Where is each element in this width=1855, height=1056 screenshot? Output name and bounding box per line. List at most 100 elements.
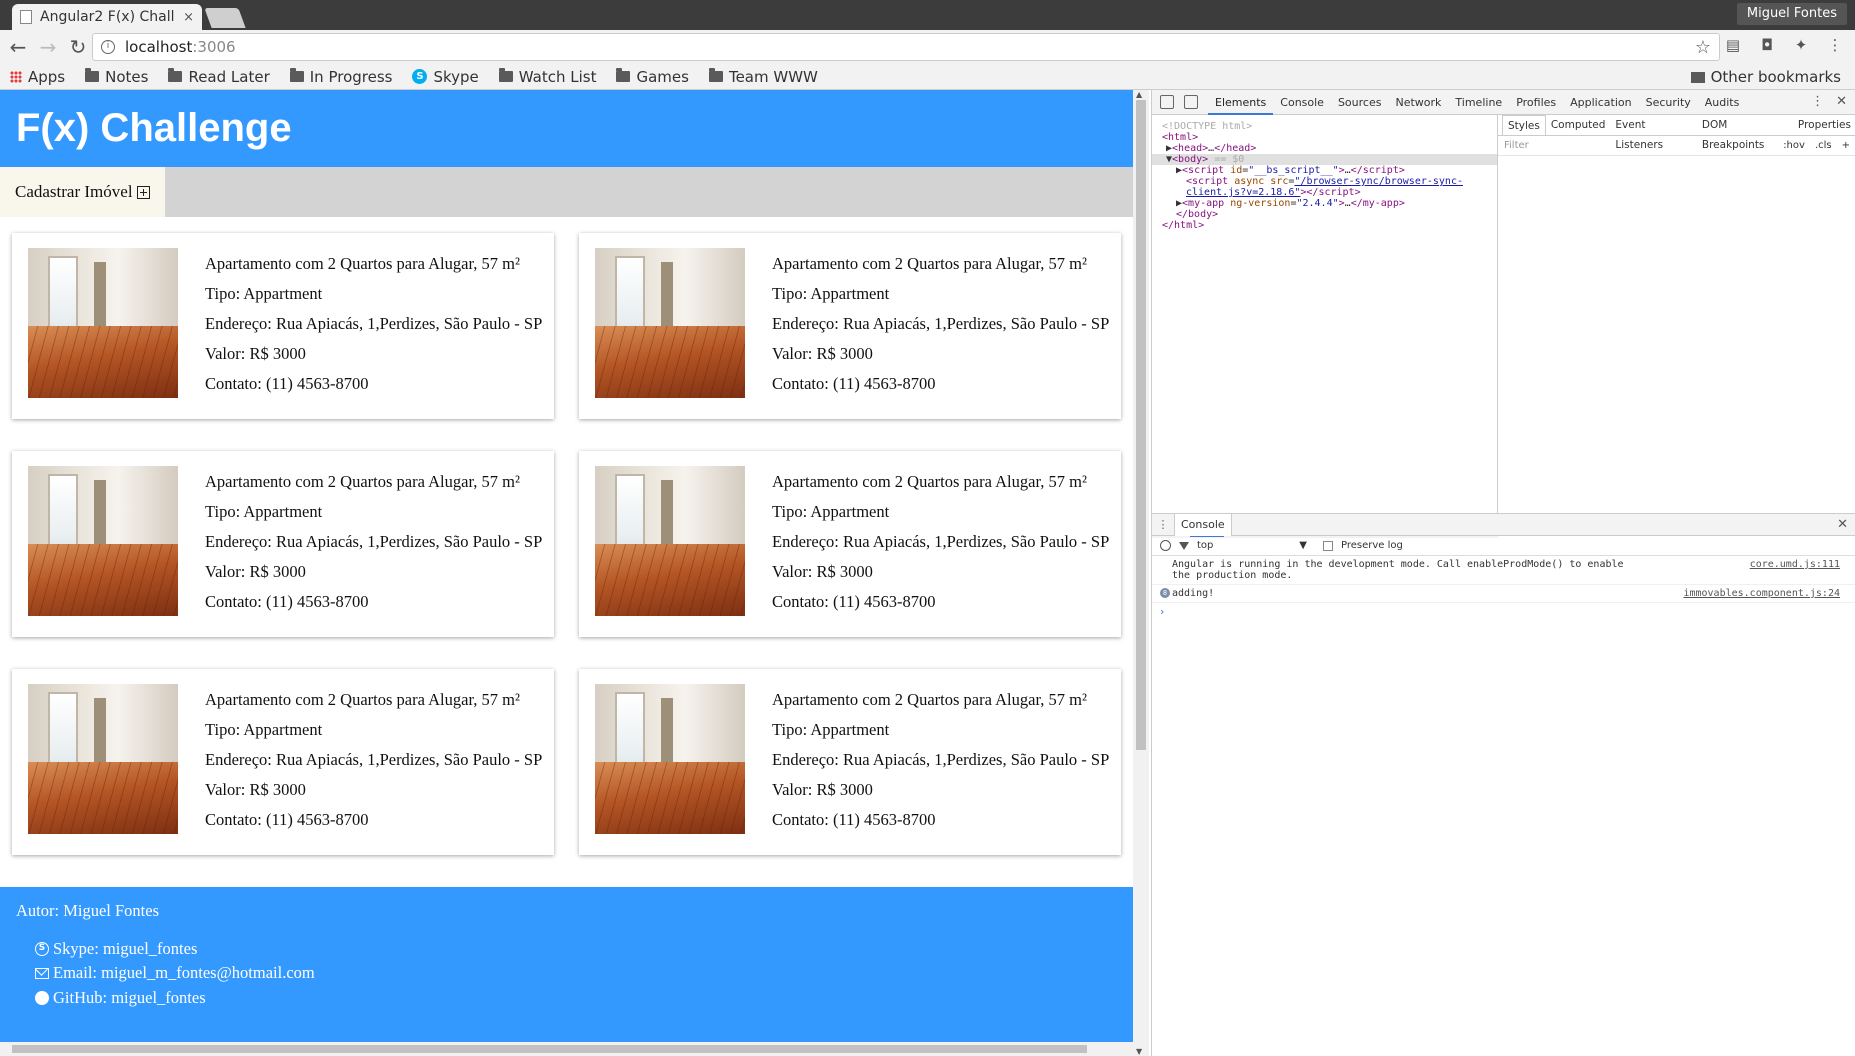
folder-icon	[708, 68, 723, 82]
property-title: Apartamento com 2 Quartos para Alugar, 5…	[205, 254, 520, 273]
property-info: Apartamento com 2 Quartos para Alugar, 5…	[205, 685, 542, 835]
envelope-icon	[35, 967, 49, 979]
bookmark-team-www[interactable]: Team WWW	[708, 68, 818, 86]
tab-close-icon[interactable]: ×	[183, 10, 194, 25]
bookmark-watch-list[interactable]: Watch List	[498, 68, 596, 86]
property-info: Apartamento com 2 Quartos para Alugar, 5…	[772, 685, 1109, 835]
inspect-icon[interactable]	[1160, 95, 1174, 109]
tab-profiles[interactable]: Profiles	[1509, 90, 1563, 115]
dom-node[interactable]: <script async src="/browser-sync/browser…	[1152, 176, 1497, 187]
dom-node[interactable]: ▼<body> == $0	[1152, 154, 1497, 165]
dom-node[interactable]: </html>	[1152, 220, 1497, 231]
property-price: Valor: R$ 3000	[205, 780, 306, 799]
property-photo	[28, 248, 178, 398]
bookmark-skype[interactable]: S Skype	[412, 68, 479, 86]
scroll-thumb[interactable]	[12, 1045, 1087, 1053]
styles-filter-input[interactable]: Filter :hov .cls +	[1498, 136, 1855, 156]
property-type: Tipo: Appartment	[205, 502, 323, 521]
tab-network[interactable]: Network	[1388, 90, 1448, 115]
cls-toggle[interactable]: .cls	[1815, 140, 1832, 151]
dom-node[interactable]: </body>	[1152, 209, 1497, 220]
tab-application[interactable]: Application	[1563, 90, 1638, 115]
browser-tab[interactable]: Angular2 F(x) Chall ×	[12, 4, 202, 30]
dom-node[interactable]: client.js?v=2.18.6"></script>	[1152, 187, 1497, 198]
bookmark-games[interactable]: Games	[616, 68, 689, 86]
page-icon	[20, 10, 32, 24]
dom-node[interactable]: ▶<script id="__bs_script__">…</script>	[1152, 165, 1497, 176]
preserve-log-label: Preserve log	[1341, 540, 1403, 551]
tab-dom-breakpoints[interactable]: DOM Breakpoints	[1697, 115, 1793, 151]
drawer-close-icon[interactable]: ✕	[1837, 517, 1848, 532]
property-contact: Contato: (11) 4563-8700	[772, 810, 936, 829]
reload-icon: ↻	[69, 35, 87, 59]
context-select[interactable]: top ▼	[1197, 540, 1307, 551]
bookmark-apps[interactable]: Apps	[10, 68, 65, 86]
property-card[interactable]: Apartamento com 2 Quartos para Alugar, 5…	[12, 233, 554, 419]
filter-icon[interactable]	[1179, 541, 1189, 550]
page-vertical-scrollbar[interactable]: ▲ ▼	[1133, 90, 1149, 1056]
dom-node[interactable]: <!DOCTYPE html>	[1152, 121, 1497, 132]
console-source-link[interactable]: core.umd.js:111	[1750, 559, 1840, 570]
property-card[interactable]: Apartamento com 2 Quartos para Alugar, 5…	[579, 451, 1121, 637]
preserve-log-checkbox[interactable]	[1323, 540, 1333, 551]
document-icon[interactable]: ▤	[1723, 35, 1743, 55]
tab-elements[interactable]: Elements	[1208, 90, 1274, 115]
tab-audits[interactable]: Audits	[1698, 90, 1747, 115]
hov-toggle[interactable]: :hov	[1783, 140, 1805, 151]
property-price: Valor: R$ 3000	[205, 344, 306, 363]
devtools-menu-icon[interactable]: ⋮	[1811, 94, 1824, 109]
scroll-thumb[interactable]	[1136, 100, 1146, 750]
tab-properties[interactable]: Properties	[1793, 115, 1855, 135]
menu-icon[interactable]: ⋮	[1825, 35, 1845, 55]
add-rule-icon[interactable]: +	[1842, 140, 1850, 151]
back-button[interactable]: ←	[6, 35, 30, 59]
tab-timeline[interactable]: Timeline	[1448, 90, 1509, 115]
footer-github-text: GitHub: miguel_fontes	[53, 988, 206, 1007]
drawer-tabs: ⋮ Console ✕	[1152, 513, 1855, 536]
forward-button[interactable]: →	[36, 35, 60, 59]
dom-node[interactable]: <html>	[1152, 132, 1497, 143]
add-property-button[interactable]: Cadastrar Imóvel	[0, 167, 165, 217]
dom-node[interactable]: ▶<my-app ng-version="2.4.4">…</my-app>	[1152, 198, 1497, 209]
extension-icon[interactable]: ✦	[1791, 35, 1811, 55]
console-source-link[interactable]: immovables.component.js:24	[1683, 588, 1840, 599]
property-card[interactable]: Apartamento com 2 Quartos para Alugar, 5…	[12, 451, 554, 637]
other-bookmarks[interactable]: Other bookmarks	[1690, 68, 1841, 86]
tab-sources[interactable]: Sources	[1331, 90, 1389, 115]
tab-console[interactable]: Console	[1273, 90, 1331, 115]
footer-email-text: Email: miguel_m_fontes@hotmail.com	[53, 963, 315, 982]
drawer-menu-icon[interactable]: ⋮	[1152, 518, 1174, 531]
bookmark-notes[interactable]: Notes	[85, 68, 148, 86]
bookmark-read-later[interactable]: Read Later	[168, 68, 270, 86]
info-icon[interactable]: i	[101, 40, 115, 54]
property-card[interactable]: Apartamento com 2 Quartos para Alugar, 5…	[579, 669, 1121, 855]
bookmark-in-progress[interactable]: In Progress	[289, 68, 392, 86]
reload-button[interactable]: ↻	[66, 35, 90, 59]
dom-node[interactable]: ▶<head>…</head>	[1152, 143, 1497, 154]
new-tab-button[interactable]	[204, 8, 246, 28]
folder-icon	[1690, 71, 1705, 83]
devtools-close-icon[interactable]: ✕	[1836, 94, 1847, 109]
camera-icon[interactable]: ◘	[1757, 35, 1777, 55]
console-prompt[interactable]: ›	[1152, 603, 1855, 620]
property-card[interactable]: Apartamento com 2 Quartos para Alugar, 5…	[12, 669, 554, 855]
tab-computed[interactable]: Computed	[1546, 115, 1611, 135]
property-contact: Contato: (11) 4563-8700	[205, 592, 369, 611]
bookmark-star-icon[interactable]: ☆	[1695, 37, 1711, 58]
scroll-up-icon[interactable]: ▲	[1136, 90, 1142, 99]
page-horizontal-scrollbar[interactable]	[0, 1042, 1133, 1056]
property-card[interactable]: Apartamento com 2 Quartos para Alugar, 5…	[579, 233, 1121, 419]
console-message: 8 adding! immovables.component.js:24	[1152, 585, 1855, 603]
scroll-down-icon[interactable]: ▼	[1136, 1047, 1142, 1056]
address-bar[interactable]: i localhost:3006 ☆	[92, 33, 1720, 61]
clear-console-icon[interactable]	[1160, 540, 1171, 551]
property-address: Endereço: Rua Apiacás, 1,Perdizes, São P…	[772, 750, 1110, 769]
device-toggle-icon[interactable]	[1184, 95, 1198, 109]
tab-styles[interactable]: Styles	[1502, 115, 1546, 135]
tab-security[interactable]: Security	[1639, 90, 1698, 115]
profile-button[interactable]: Miguel Fontes	[1736, 3, 1847, 25]
drawer-tab-console[interactable]: Console	[1174, 513, 1232, 536]
tab-event-listeners[interactable]: Event Listeners	[1610, 115, 1697, 151]
styles-tabs: Styles Computed Event Listeners DOM Brea…	[1498, 115, 1855, 151]
plus-square-icon	[136, 185, 150, 199]
